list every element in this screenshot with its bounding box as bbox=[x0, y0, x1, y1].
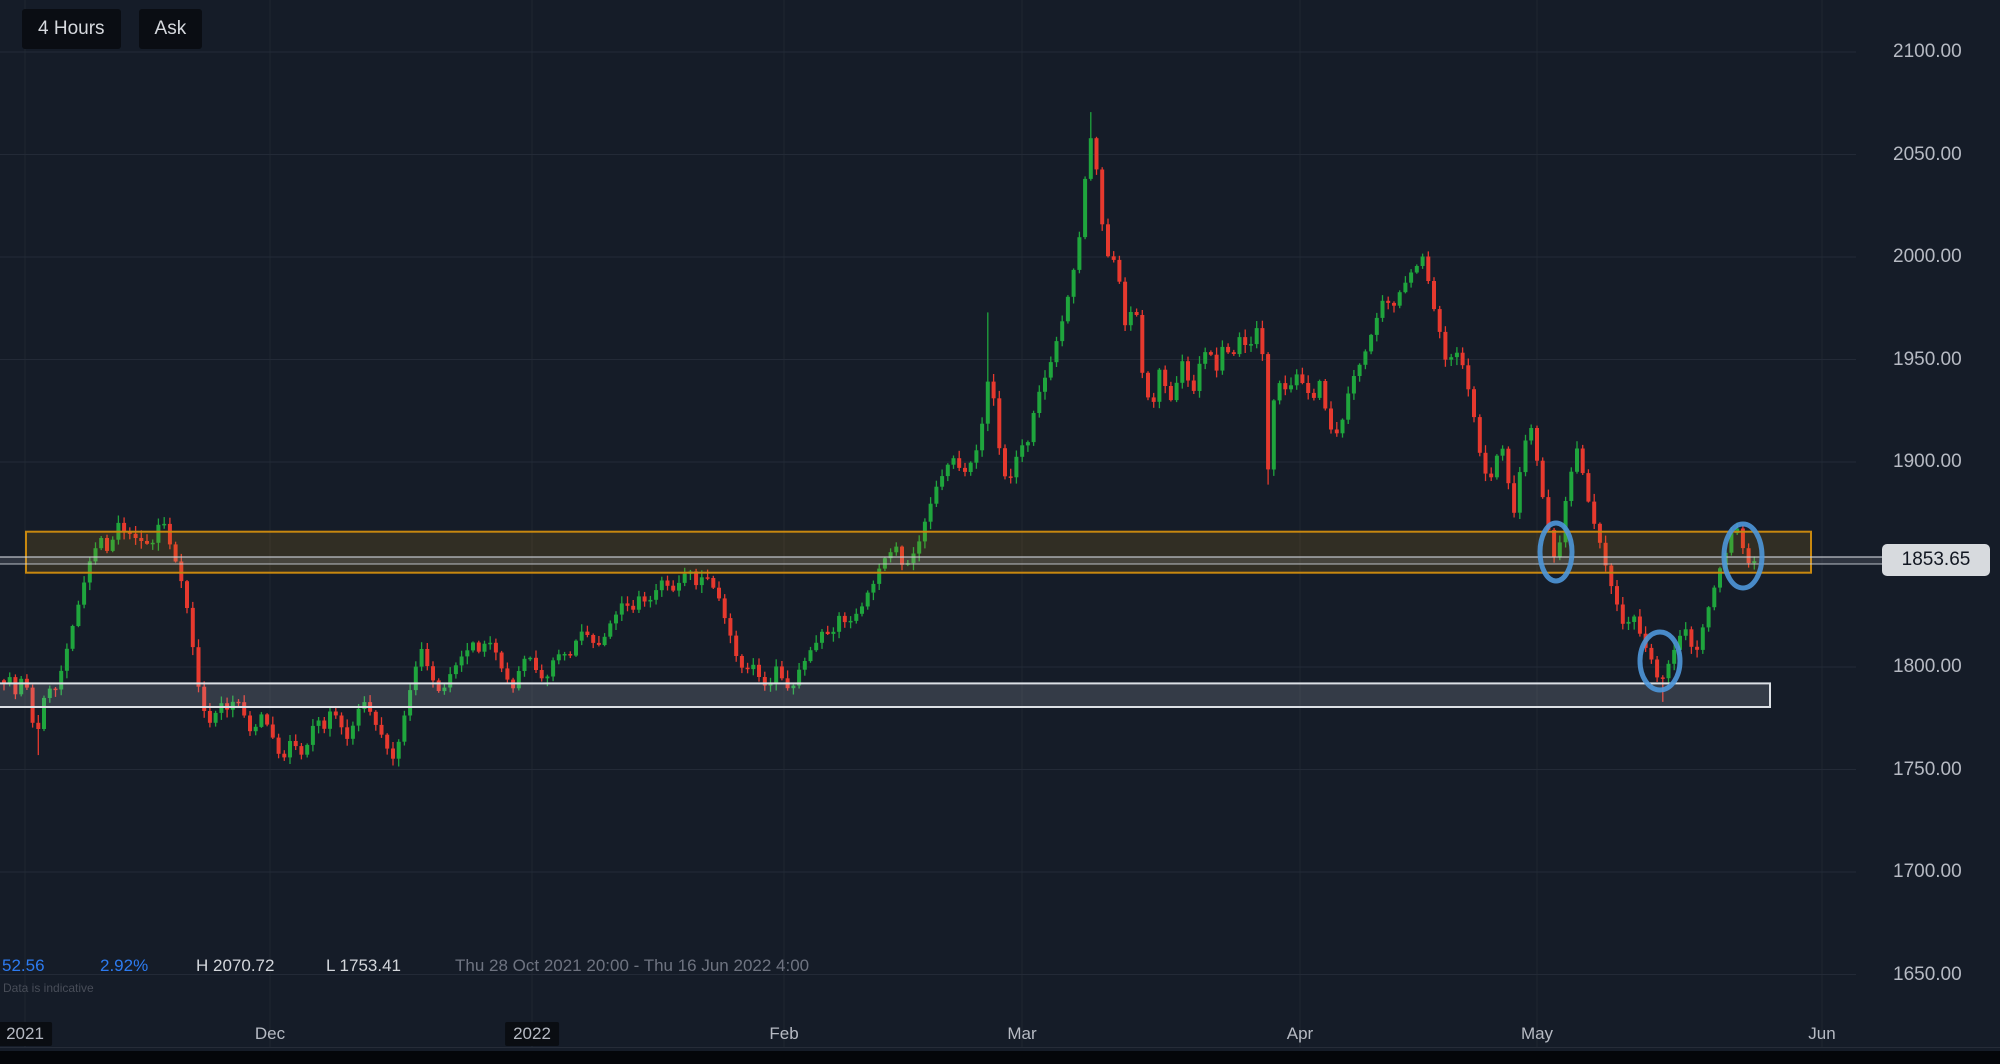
current-price-line[interactable] bbox=[0, 557, 1882, 564]
chart-toolbar: 4 Hours Ask bbox=[22, 9, 202, 49]
support-zone[interactable] bbox=[0, 683, 1770, 707]
price-tick-label: 2000.00 bbox=[1893, 245, 1962, 269]
candlestick-series bbox=[2, 112, 1756, 766]
time-tick-label: May bbox=[1521, 1022, 1553, 1046]
price-tick-label: 1950.00 bbox=[1893, 348, 1962, 372]
time-tick-label: Dec bbox=[255, 1022, 285, 1046]
date-range: Thu 28 Oct 2021 20:00 - Thu 16 Jun 2022 … bbox=[455, 955, 809, 977]
price-tick-label: 1900.00 bbox=[1893, 450, 1962, 474]
candlestick-chart-canvas[interactable] bbox=[0, 0, 2000, 1064]
change-percent: 2.92% bbox=[100, 955, 148, 977]
price-tick-label: 1700.00 bbox=[1893, 860, 1962, 884]
timeframe-button[interactable]: 4 Hours bbox=[22, 9, 121, 49]
time-tick-label: 2022 bbox=[505, 1022, 559, 1046]
price-tick-label: 2050.00 bbox=[1893, 143, 1962, 167]
time-tick-label: Mar bbox=[1007, 1022, 1036, 1046]
price-type-button[interactable]: Ask bbox=[139, 9, 203, 49]
price-tick-label: 1750.00 bbox=[1893, 758, 1962, 782]
bottom-strip bbox=[0, 1051, 2000, 1064]
current-price-label[interactable]: 1853.65 bbox=[1882, 544, 1990, 576]
time-tick-label: Apr bbox=[1287, 1022, 1313, 1046]
period-low: L 1753.41 bbox=[326, 955, 401, 977]
period-high: H 2070.72 bbox=[196, 955, 274, 977]
stats-bar: 52.56 2.92% H 2070.72 L 1753.41 Thu 28 O… bbox=[0, 955, 1000, 977]
time-tick-label: Feb bbox=[769, 1022, 798, 1046]
time-tick-label: Jun bbox=[1808, 1022, 1835, 1046]
price-tick-label: 2100.00 bbox=[1893, 40, 1962, 64]
disclaimer-text: Data is indicative bbox=[3, 981, 94, 995]
change-value: 52.56 bbox=[2, 955, 45, 977]
time-tick-label: 2021 bbox=[0, 1022, 52, 1046]
price-tick-label: 1650.00 bbox=[1893, 963, 1962, 987]
grid bbox=[0, 0, 1856, 1047]
price-tick-label: 1800.00 bbox=[1893, 655, 1962, 679]
